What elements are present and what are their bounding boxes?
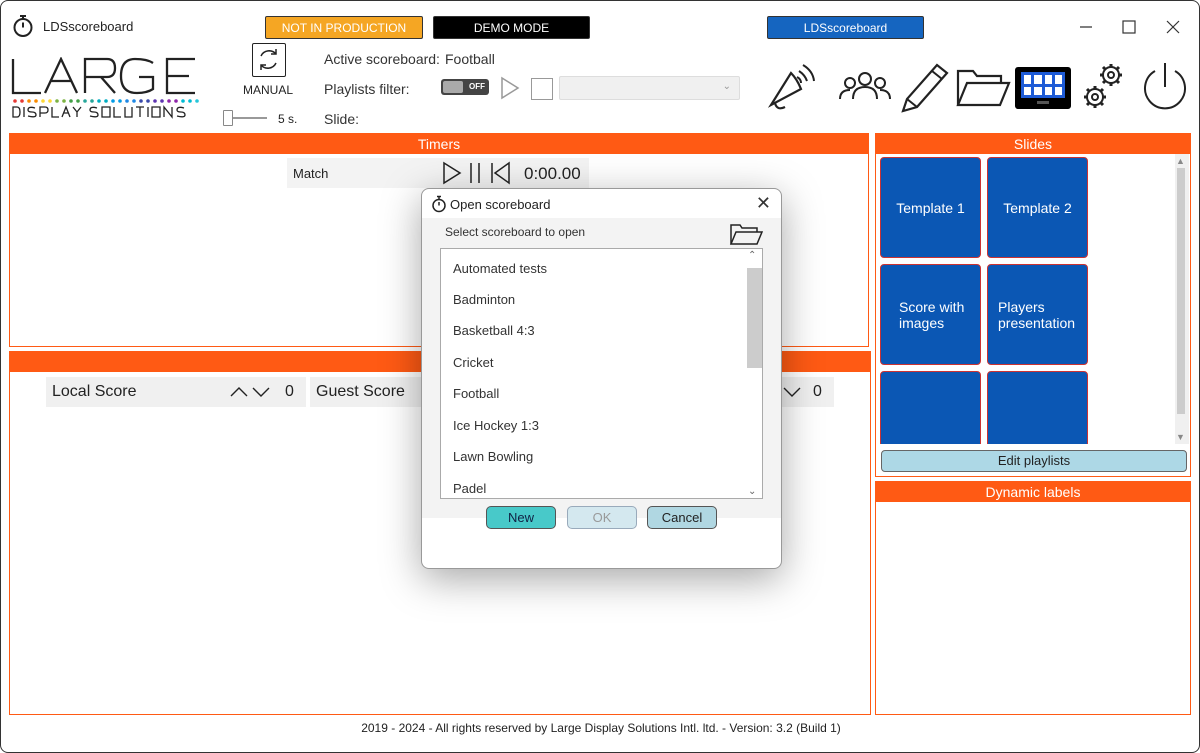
slide-tile[interactable]: Players presentation <box>987 264 1088 365</box>
slide-tile[interactable]: Template 2 <box>987 157 1088 258</box>
play-icon[interactable] <box>499 76 521 100</box>
list-item[interactable]: Football <box>453 386 499 401</box>
browse-folder-icon[interactable] <box>729 222 763 246</box>
guest-score-label: Guest Score <box>316 383 405 400</box>
edit-playlists-button[interactable]: Edit playlists <box>881 450 1187 472</box>
ok-button[interactable]: OK <box>567 506 637 529</box>
footer-copyright: 2019 - 2024 - All rights reserved by Lar… <box>361 721 841 735</box>
playlist-select[interactable]: ⌄ <box>559 76 740 100</box>
slider-thumb[interactable] <box>223 110 233 126</box>
refresh-icon <box>260 49 277 70</box>
slide-tile[interactable]: Local players <box>880 371 981 444</box>
new-button[interactable]: New <box>486 506 556 529</box>
minimize-icon[interactable] <box>1072 13 1100 41</box>
list-scrollbar[interactable]: ⌃ ⌄ <box>745 250 762 497</box>
list-item[interactable]: Padel <box>453 481 486 496</box>
demo-mode-badge: DEMO MODE <box>433 16 590 39</box>
slider-track <box>227 117 267 119</box>
local-score-value: 0 <box>285 383 294 400</box>
slides-header: Slides <box>876 134 1190 154</box>
display-icon[interactable] <box>1015 67 1071 109</box>
dialog-title: Open scoreboard <box>450 197 551 212</box>
power-icon[interactable] <box>1137 59 1193 115</box>
chevron-down-icon: ⌄ <box>722 81 731 92</box>
toggle-state-text: OFF <box>469 82 485 91</box>
slide-tile[interactable]: Template 1 <box>880 157 981 258</box>
dynamic-labels-panel: Dynamic labels <box>875 481 1191 715</box>
slide-label: Slide: <box>324 111 360 127</box>
slide-tile[interactable]: Guest players <box>987 371 1088 444</box>
playlists-filter-toggle[interactable]: OFF <box>441 79 489 95</box>
dialog-hint: Select scoreboard to open <box>445 225 586 239</box>
scroll-up-icon[interactable]: ▲ <box>1176 156 1185 166</box>
active-scoreboard-label: Active scoreboard: <box>324 51 440 67</box>
title-bar: LDSscoreboard NOT IN PRODUCTION DEMO MOD… <box>1 1 1199 51</box>
scroll-thumb[interactable] <box>1177 168 1185 414</box>
decrement-icon <box>783 387 801 397</box>
playlists-filter-label: Playlists filter: <box>324 81 410 97</box>
scoreboard-name-button[interactable]: LDSscoreboard <box>767 16 924 39</box>
dynamic-labels-header: Dynamic labels <box>876 482 1190 502</box>
scroll-up-icon[interactable]: ⌃ <box>748 250 756 261</box>
slide-tile[interactable]: Score with images <box>880 264 981 365</box>
decrement-icon <box>252 387 270 397</box>
stop-icon[interactable] <box>531 78 553 100</box>
horn-icon[interactable] <box>761 59 817 115</box>
scroll-down-icon[interactable]: ⌄ <box>748 486 756 497</box>
active-scoreboard-value: Football <box>445 51 495 67</box>
users-icon[interactable] <box>837 59 893 115</box>
list-item[interactable]: Automated tests <box>453 261 547 276</box>
maximize-icon[interactable] <box>1115 13 1143 41</box>
manual-cycle-button[interactable] <box>252 43 286 77</box>
toggle-knob <box>443 81 463 93</box>
list-item[interactable]: Ice Hockey 1:3 <box>453 418 539 433</box>
lds-logo <box>11 57 199 119</box>
local-score-arrows[interactable] <box>230 382 270 402</box>
scoreboard-list[interactable]: Automated tests Badminton Basketball 4:3… <box>440 248 763 499</box>
guest-score-arrows[interactable] <box>781 382 801 402</box>
scroll-thumb[interactable] <box>747 268 762 368</box>
app-window: LDSscoreboard NOT IN PRODUCTION DEMO MOD… <box>0 0 1200 753</box>
timer-value: 0:00.00 <box>524 164 581 183</box>
list-item[interactable]: Badminton <box>453 292 515 307</box>
manual-label: MANUAL <box>243 83 294 97</box>
pencil-icon[interactable] <box>895 59 951 115</box>
stopwatch-icon <box>432 195 446 213</box>
timer-row: Match 0:00.00 <box>287 158 589 188</box>
scroll-down-icon[interactable]: ▼ <box>1176 432 1185 442</box>
list-item[interactable]: Basketball 4:3 <box>453 323 535 338</box>
cancel-button[interactable]: Cancel <box>647 506 717 529</box>
list-item[interactable]: Lawn Bowling <box>453 449 533 464</box>
list-item[interactable]: Cricket <box>453 355 493 370</box>
interval-value: 5 s. <box>278 112 298 126</box>
dialog-close-icon[interactable]: ✕ <box>756 193 771 214</box>
slides-grid: Template 1 Template 2 Score with images … <box>877 154 1175 444</box>
display-grid <box>1021 72 1065 98</box>
timer-play-icon[interactable] <box>441 161 463 185</box>
timer-name: Match <box>293 166 329 181</box>
increment-icon <box>230 387 248 397</box>
window-title: LDSscoreboard <box>43 19 134 34</box>
timer-reset-icon[interactable] <box>489 161 511 185</box>
guest-score-value: 0 <box>813 383 822 400</box>
folder-icon[interactable] <box>955 59 1011 115</box>
timers-header: Timers <box>10 134 868 154</box>
not-in-production-badge: NOT IN PRODUCTION <box>265 16 423 39</box>
close-icon[interactable] <box>1159 13 1187 41</box>
open-scoreboard-dialog: Open scoreboard ✕ Select scoreboard to o… <box>421 188 782 569</box>
slides-scrollbar[interactable]: ▲ ▼ <box>1175 154 1189 444</box>
settings-icon[interactable] <box>1077 59 1133 115</box>
stopwatch-icon <box>13 15 33 37</box>
local-score-label: Local Score <box>52 383 137 400</box>
local-score-row: Local Score 0 <box>46 377 306 407</box>
timer-pause-icon[interactable] <box>467 161 483 185</box>
interval-slider[interactable] <box>223 110 267 126</box>
